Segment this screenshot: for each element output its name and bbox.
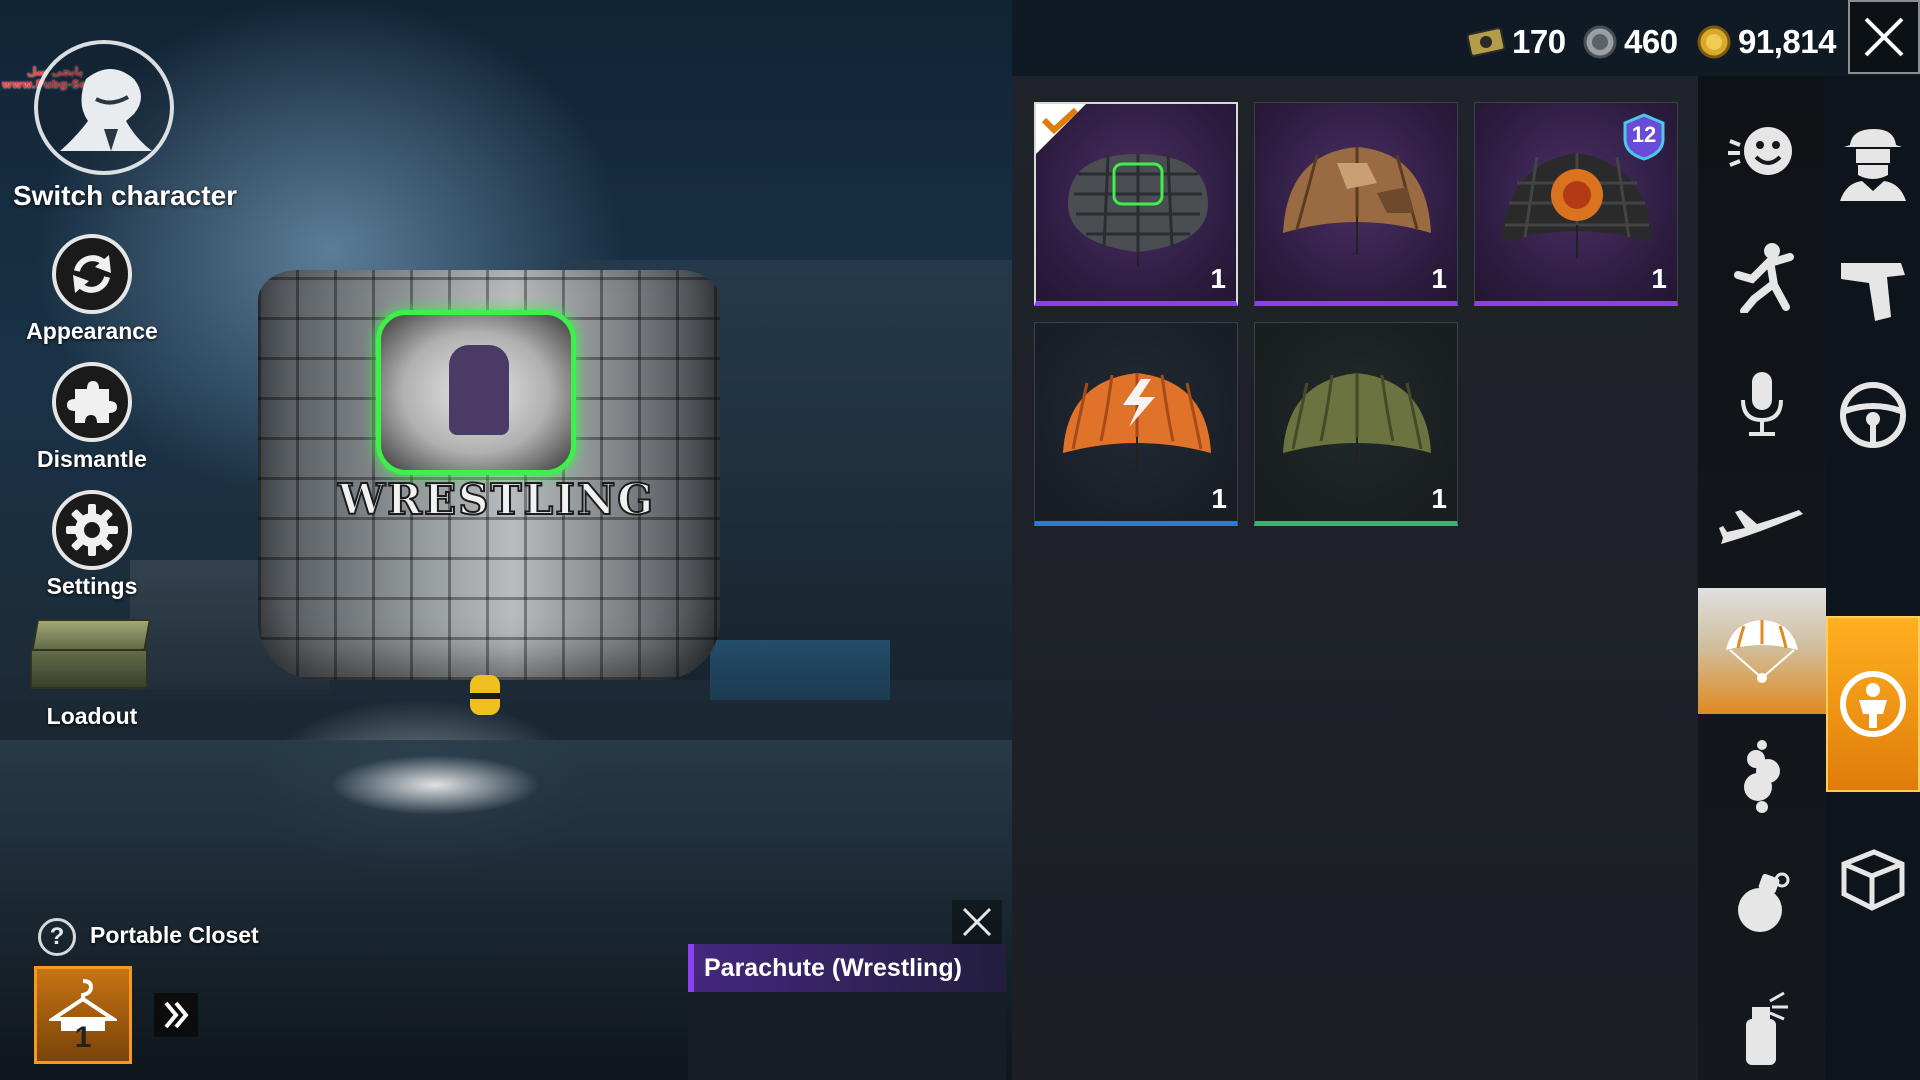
silver-amount: 460	[1624, 23, 1678, 60]
grenade-icon	[1738, 872, 1790, 932]
checkmark-icon	[1041, 107, 1079, 135]
settings-label: Settings	[46, 573, 138, 599]
category-emote[interactable]	[1698, 88, 1826, 214]
crate-icon	[1841, 849, 1905, 911]
double-chevron-right-icon	[164, 1001, 189, 1029]
item-card-olive-parachute[interactable]: 1	[1254, 322, 1458, 526]
level-badge: 12	[1623, 113, 1665, 161]
item-card-orange-lightning-parachute[interactable]: 1	[1034, 322, 1238, 526]
appearance-button[interactable]	[52, 234, 132, 314]
category-voice[interactable]	[1698, 340, 1826, 466]
parachute-preview-model[interactable]: WRESTLING	[258, 270, 720, 715]
refresh-icon	[73, 255, 111, 293]
item-count: 1	[1210, 263, 1226, 294]
gear-icon	[66, 504, 118, 556]
parachute-harness	[470, 675, 500, 715]
switch-character-label: Switch character	[12, 180, 238, 211]
bp-coin-icon	[1697, 25, 1731, 59]
level-badge-number: 12	[1631, 122, 1657, 147]
item-panel: 1 1 12 1 1 1	[1012, 76, 1698, 1080]
silver-currency[interactable]: 460	[1582, 18, 1678, 66]
expand-closet-button[interactable]	[154, 993, 198, 1037]
settings-button[interactable]	[52, 490, 132, 570]
close-icon	[1864, 17, 1904, 57]
portable-closet-slot[interactable]: 1	[34, 966, 132, 1064]
floor-light-reflection	[330, 755, 540, 815]
item-card-camo-parachute[interactable]: 1	[1254, 102, 1458, 306]
wrestling-parachute-icon	[1068, 154, 1208, 266]
tooltip-close-button[interactable]	[952, 900, 1002, 944]
wrestler-graphic	[376, 310, 576, 475]
dismantle-button[interactable]	[52, 362, 132, 442]
bp-amount: 91,814	[1738, 23, 1836, 60]
olive-parachute-icon	[1283, 373, 1431, 475]
coupon-currency[interactable]: 170	[1466, 18, 1566, 66]
outfit-icon	[1840, 129, 1906, 201]
bp-currency[interactable]: 91,814	[1696, 18, 1836, 66]
preview-scene: WRESTLING	[0, 0, 1012, 1080]
gun-icon	[1841, 263, 1905, 321]
item-count: 1	[1651, 263, 1667, 294]
spray-icon	[1746, 991, 1788, 1065]
item-count: 1	[1431, 483, 1447, 514]
close-button[interactable]	[1848, 0, 1920, 74]
camo-parachute-icon	[1283, 147, 1431, 255]
item-card-lion-parachute[interactable]: 12 1	[1474, 102, 1678, 306]
category-pose[interactable]	[1698, 214, 1826, 340]
parachute-icon	[1726, 620, 1798, 683]
smoke-icon	[1744, 740, 1780, 813]
vehicle-icon	[1840, 382, 1906, 448]
side-tab-vehicle[interactable]	[1826, 352, 1920, 478]
category-parachute[interactable]	[1698, 588, 1826, 714]
side-tab-character[interactable]	[1826, 616, 1920, 792]
close-icon	[962, 907, 992, 937]
silver-coin-icon	[1583, 25, 1617, 59]
coupon-icon	[1466, 27, 1506, 57]
side-tab-outfit[interactable]	[1826, 100, 1920, 226]
closet-slot-number: 1	[74, 1021, 92, 1054]
category-smoke[interactable]	[1698, 714, 1826, 840]
crates	[710, 640, 890, 700]
switch-character-button[interactable]	[34, 40, 174, 175]
side-tab-crate[interactable]	[1826, 816, 1920, 942]
loadout-crate-icon	[31, 619, 151, 653]
puzzle-icon	[67, 381, 117, 423]
loadout-crate-body	[30, 649, 148, 689]
side-tab-gun[interactable]	[1826, 226, 1920, 352]
item-tooltip-title: Parachute (Wrestling)	[688, 944, 1006, 992]
emote-icon	[1728, 127, 1792, 175]
appearance-label: Appearance	[26, 318, 158, 344]
orange-lightning-parachute-icon	[1063, 373, 1211, 475]
coupon-amount: 170	[1512, 23, 1566, 60]
portable-closet-label: Portable Closet	[90, 922, 259, 948]
plane-icon	[1719, 510, 1803, 544]
wrestler-figure	[449, 345, 509, 435]
category-spray[interactable]	[1698, 966, 1826, 1080]
dismantle-label: Dismantle	[37, 446, 147, 472]
help-icon[interactable]: ?	[38, 918, 76, 956]
character-icon	[1840, 671, 1906, 737]
category-plane[interactable]	[1698, 466, 1826, 592]
character-portrait-icon	[60, 69, 152, 151]
item-card-wrestling-parachute[interactable]: 1	[1034, 102, 1238, 306]
loadout-label: Loadout	[46, 703, 138, 729]
side-tab-column	[1826, 76, 1920, 1080]
item-count: 1	[1211, 483, 1227, 514]
loadout-button[interactable]	[30, 615, 152, 695]
parachute-print-text: WRESTLING	[337, 474, 656, 525]
item-count: 1	[1431, 263, 1447, 294]
pose-icon	[1734, 243, 1794, 313]
item-tooltip: Parachute (Wrestling)	[688, 944, 1006, 1080]
category-column	[1698, 76, 1826, 1080]
voice-icon	[1741, 372, 1783, 436]
category-grenade[interactable]	[1698, 840, 1826, 966]
